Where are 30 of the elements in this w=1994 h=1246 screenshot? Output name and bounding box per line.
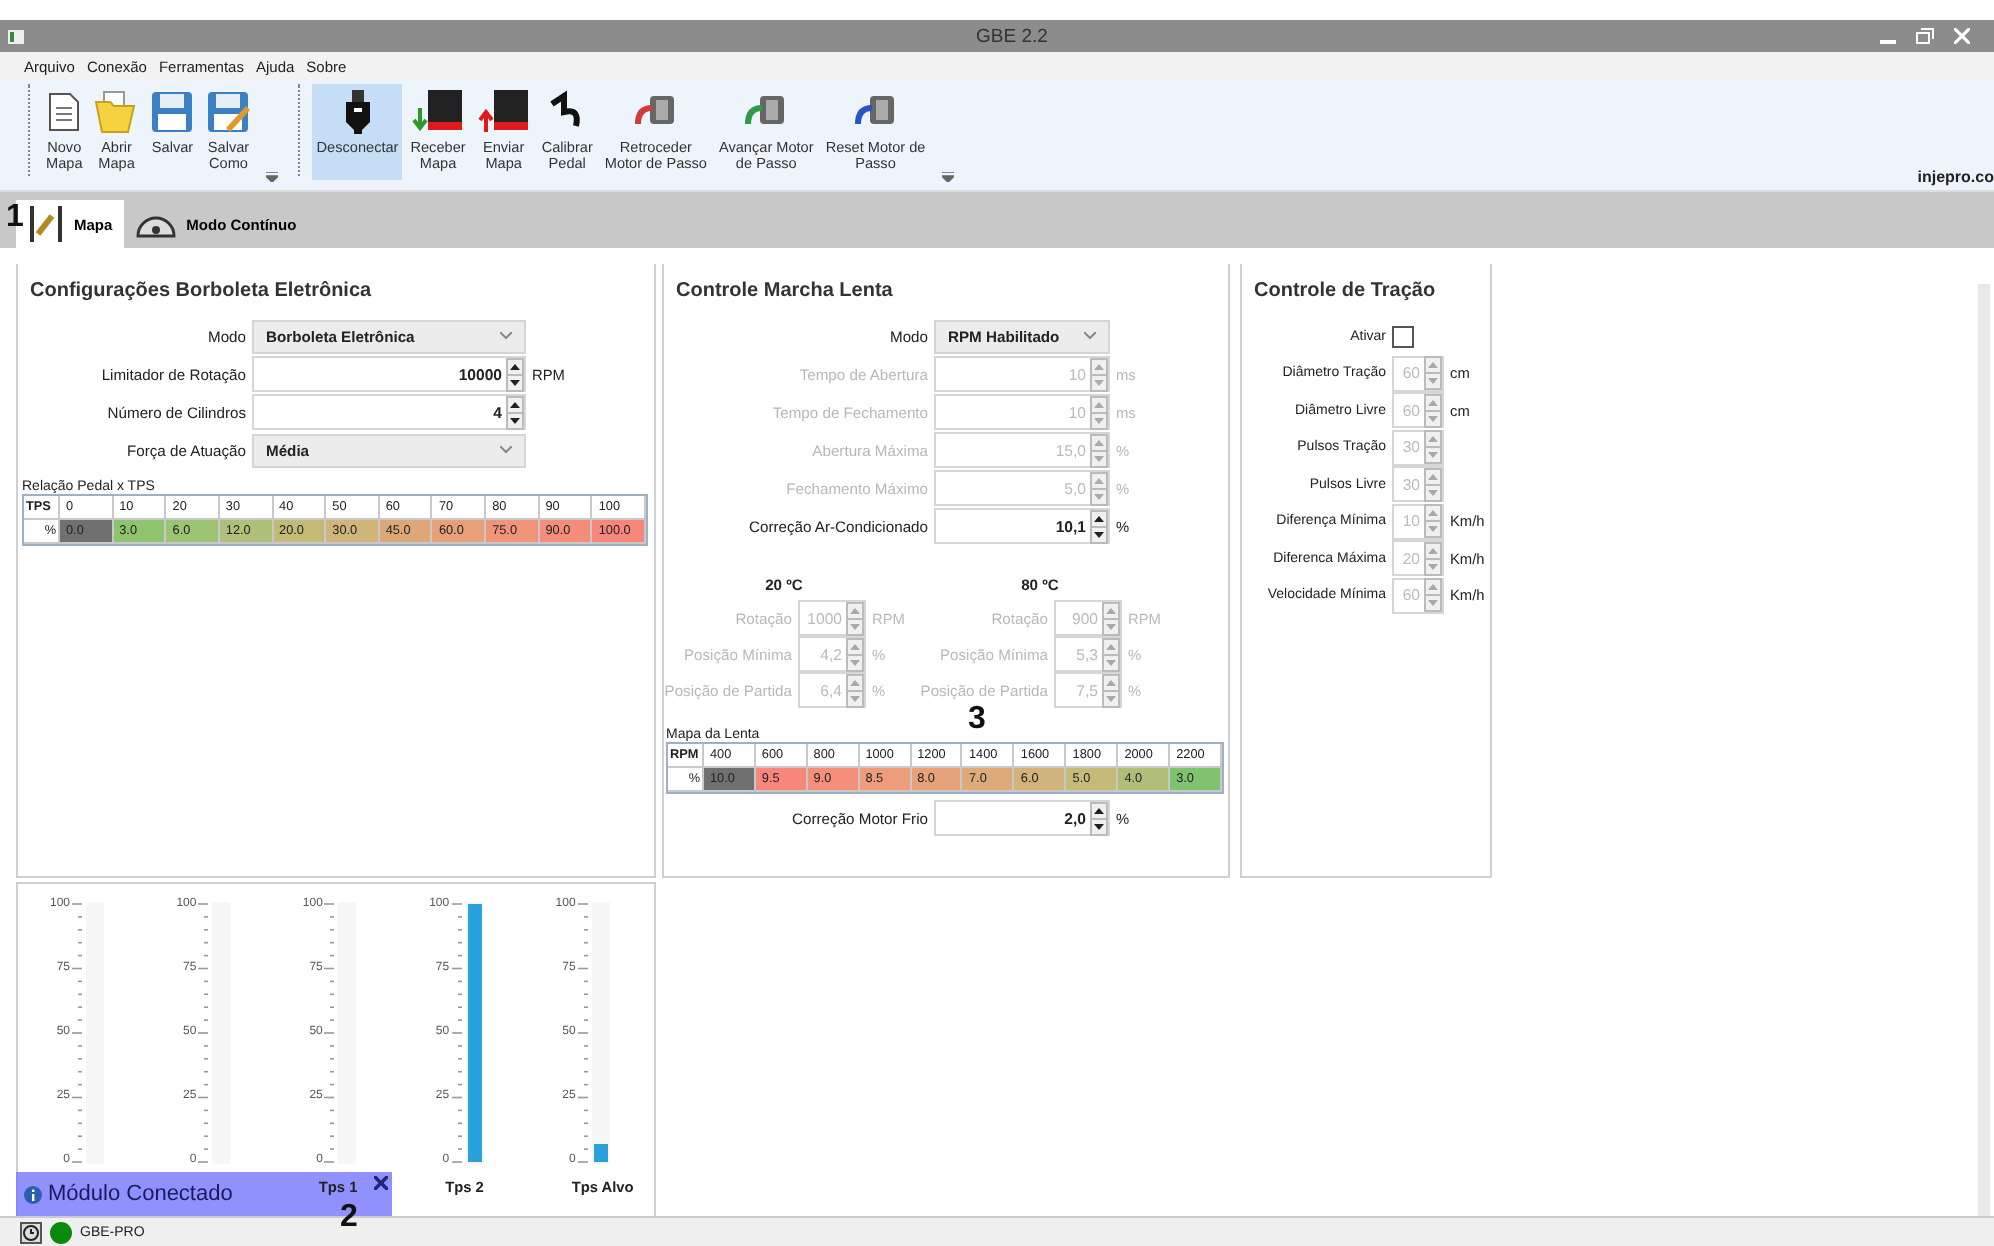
chevron-down-icon	[500, 332, 512, 340]
pencil-icon	[28, 204, 64, 244]
callout-number: 2	[340, 1200, 358, 1236]
usb-plug-icon	[343, 88, 372, 136]
panel-title: Configurações Borboleta Eletrônica	[28, 278, 374, 306]
chip-down-arrow-icon	[412, 88, 465, 136]
document-icon	[48, 88, 81, 136]
spinner-arrows-icon[interactable]	[506, 357, 524, 391]
callout-number: 3	[968, 702, 986, 738]
notification-text: Módulo Conectado	[48, 1182, 233, 1206]
folder-icon	[94, 88, 139, 136]
checkbox[interactable]	[1392, 325, 1414, 348]
window-title: GBE 2.2	[974, 25, 1050, 47]
brand-text: injepro.co	[1917, 168, 1994, 186]
overflow-icon[interactable]	[941, 172, 954, 182]
close-icon[interactable]	[374, 1176, 388, 1190]
restore-icon[interactable]	[1916, 28, 1934, 44]
info-icon	[24, 1185, 42, 1203]
spinner-arrows-icon[interactable]	[506, 395, 524, 429]
floppy-disk-pen-icon	[206, 88, 251, 136]
overflow-icon[interactable]	[266, 172, 279, 182]
chip-up-arrow-icon	[477, 88, 530, 136]
app-icon	[8, 29, 24, 43]
chevron-down-icon	[500, 446, 512, 454]
spinner-arrows-icon[interactable]	[1090, 801, 1108, 835]
panel-title: Controle Marcha Lenta	[674, 278, 895, 306]
spinner-arrows-icon[interactable]	[1090, 509, 1108, 543]
chevron-down-icon	[1084, 332, 1096, 340]
clock-icon	[20, 1221, 42, 1243]
panel-title: Controle de Tração	[1252, 278, 1438, 306]
